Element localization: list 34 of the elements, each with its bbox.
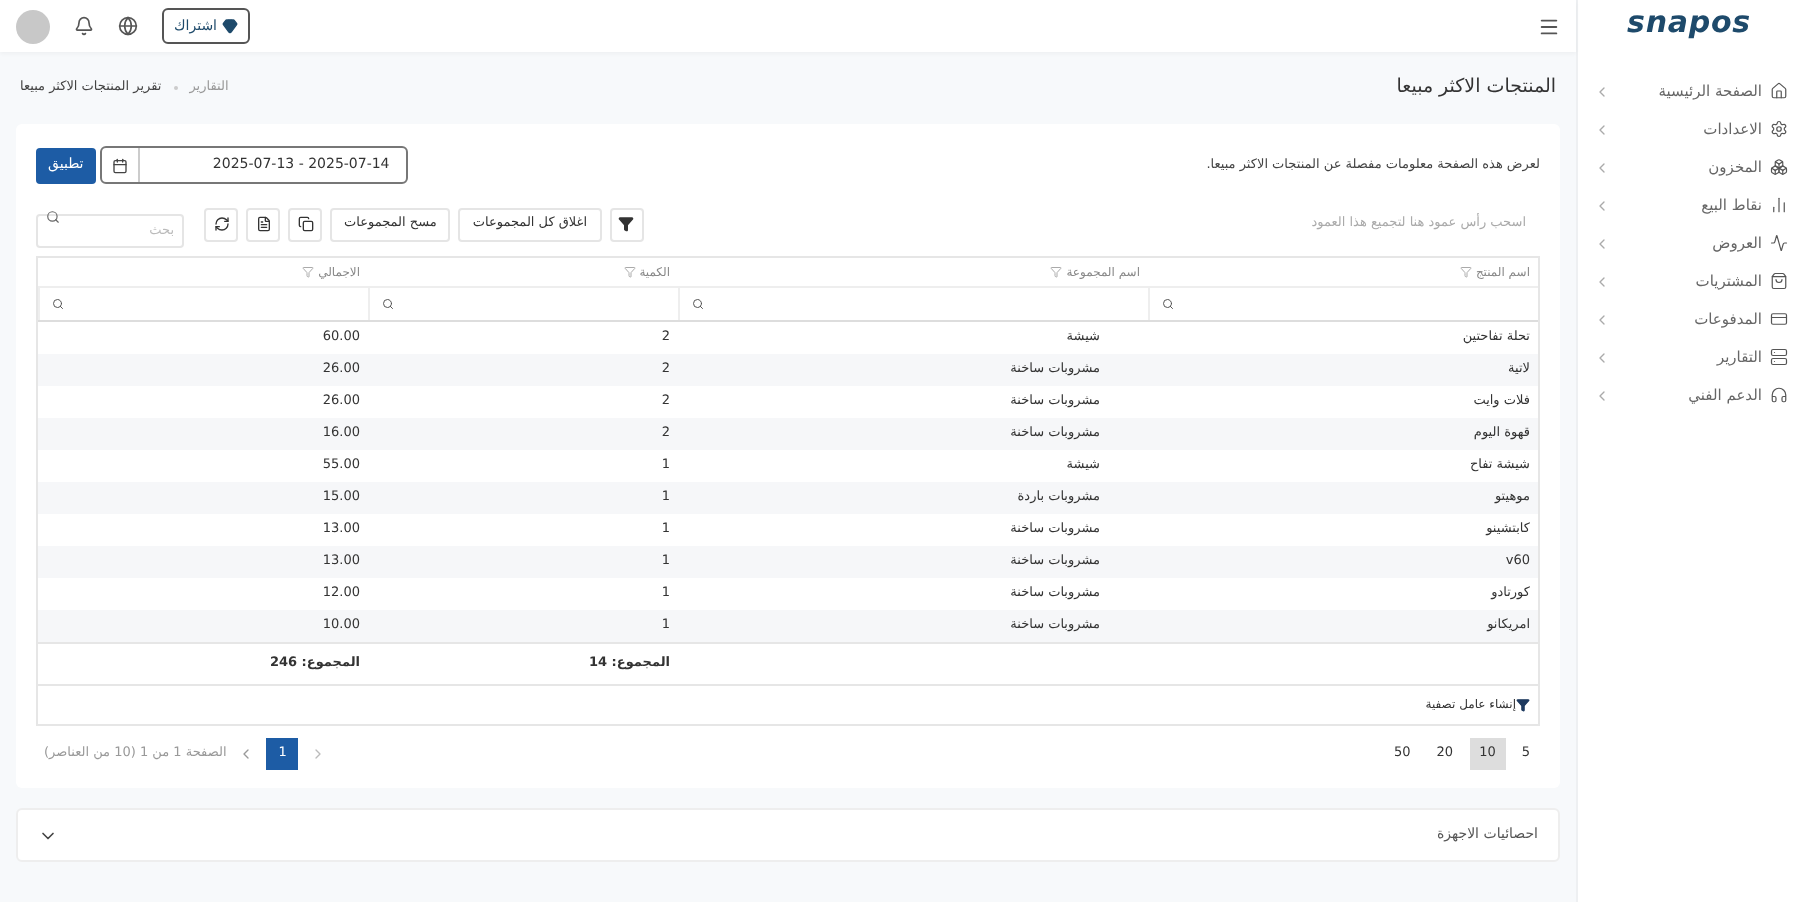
brand-logo[interactable]: snapos [1627,0,1751,45]
calendar-icon [111,157,128,173]
chevron-icon [1594,349,1610,365]
filter-icon[interactable] [1050,266,1063,278]
page-title: المنتجات الاكثر مبيعا [1396,73,1556,102]
chevron-icon [1594,311,1610,327]
filter-icon[interactable] [1459,266,1472,278]
chevron-icon [1594,83,1610,99]
filter-icon[interactable] [302,266,315,278]
chevron-icon [1594,387,1610,403]
filter-icon[interactable] [623,266,636,278]
search-icon [692,298,704,310]
export-button[interactable] [246,207,280,241]
refresh-button[interactable] [204,207,238,241]
globe-icon[interactable] [118,16,138,36]
filter-button[interactable] [609,207,644,241]
search-icon [52,298,64,310]
chevron-icon [1594,197,1610,213]
document-icon [255,216,271,232]
chevron-icon [1594,159,1610,175]
avatar[interactable] [16,9,50,43]
filter-icon [1516,698,1530,712]
chevron-icon [1594,273,1610,289]
refresh-icon [213,216,229,232]
search-icon [1162,298,1174,310]
search-icon [46,210,60,224]
filter-icon [618,216,635,232]
search-icon [382,298,394,310]
bell-icon[interactable] [74,16,94,36]
copy-icon [297,216,313,232]
chevron-icon [1594,235,1610,251]
chevron-icon [1594,121,1610,137]
gem-icon [221,18,237,34]
copy-button[interactable] [288,207,322,241]
